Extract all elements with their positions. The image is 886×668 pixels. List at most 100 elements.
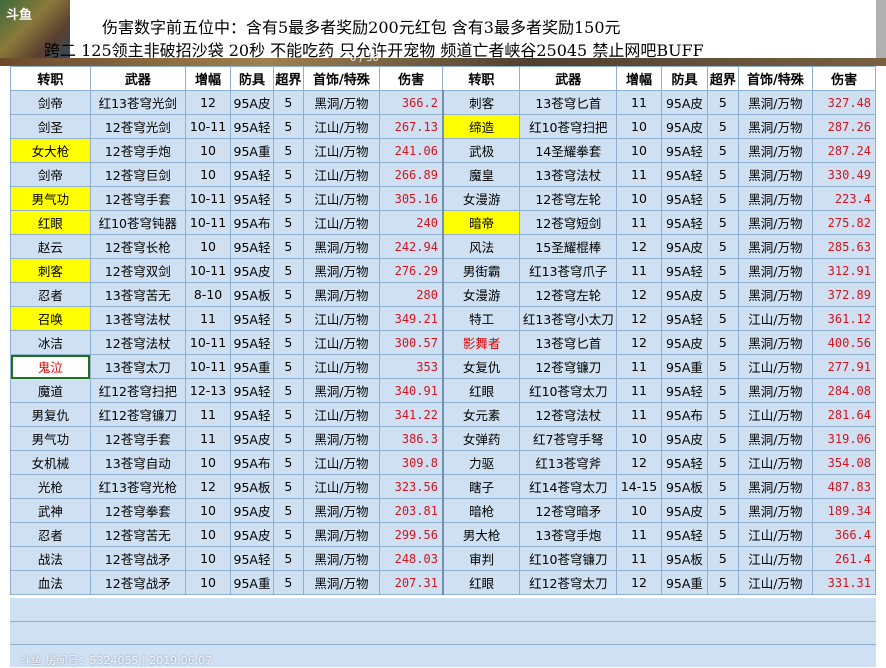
damage-cell: 223.4	[812, 186, 876, 211]
job-cell: 鬼泣	[10, 354, 91, 379]
damage-cell: 366.4	[812, 522, 876, 547]
overlimit-cell: 5	[707, 258, 739, 283]
table-row: 鬼泣 13苍穹太刀 10-11 95A重 5 江山/万物 353 女复仇 12苍穹镰刀 11 95A…	[10, 354, 876, 379]
job-cell: 男气功	[10, 426, 91, 451]
job-cell: 缔造	[442, 114, 521, 139]
weapon-cell: 13苍穹自动	[89, 450, 186, 475]
overlimit-cell: 5	[707, 210, 739, 235]
armor-cell: 95A轻	[230, 546, 274, 571]
damage-cell: 400.56	[812, 330, 876, 355]
weapon-cell: 红13苍穹光枪	[89, 474, 186, 499]
job-cell: 召唤	[10, 306, 91, 331]
overlimit-cell: 5	[707, 378, 739, 403]
job-cell: 武极	[442, 138, 521, 163]
weapon-cell: 13苍穹太刀	[89, 354, 186, 379]
overlimit-cell: 5	[707, 306, 739, 331]
job-cell: 暗枪	[442, 498, 521, 523]
accessory-cell: 江山/万物	[303, 138, 380, 163]
accessory-cell: 黑洞/万物	[303, 570, 380, 595]
job-cell: 女大枪	[10, 138, 91, 163]
armor-cell: 95A皮	[230, 498, 274, 523]
weapon-cell: 红13苍穹爪子	[519, 258, 618, 283]
amp-cell: 10-11	[184, 258, 232, 283]
damage-cell: 241.06	[378, 138, 444, 163]
amp-cell: 12-13	[184, 378, 232, 403]
column-header: 武器	[519, 66, 618, 91]
douyu-logo: 斗鱼	[6, 8, 33, 23]
armor-cell: 95A皮	[660, 498, 709, 523]
weapon-cell: 12苍穹战矛	[89, 546, 186, 571]
weapon-cell: 红12苍穹太刀	[519, 570, 618, 595]
job-cell: 男大枪	[442, 522, 521, 547]
accessory-cell: 江山/万物	[303, 474, 380, 499]
amp-cell: 8-10	[184, 282, 232, 307]
amp-cell: 10	[616, 138, 662, 163]
amp-cell: 12	[616, 450, 662, 475]
armor-cell: 95A轻	[660, 162, 709, 187]
overlimit-cell: 5	[707, 522, 739, 547]
armor-cell: 95A轻	[660, 186, 709, 211]
damage-cell: 340.91	[378, 378, 444, 403]
overlimit-cell: 5	[272, 474, 305, 499]
overlimit-cell: 5	[272, 114, 305, 139]
armor-cell: 95A皮	[660, 234, 709, 259]
overlimit-cell: 5	[707, 138, 739, 163]
amp-cell: 12	[616, 282, 662, 307]
damage-cell: 331.31	[812, 570, 876, 595]
overlimit-cell: 5	[272, 162, 305, 187]
accessory-cell: 黑洞/万物	[737, 378, 814, 403]
accessory-cell: 江山/万物	[303, 402, 380, 427]
armor-cell: 95A轻	[660, 522, 709, 547]
damage-cell: 353	[378, 354, 444, 379]
weapon-cell: 红12苍穹镰刀	[89, 402, 186, 427]
accessory-cell: 黑洞/万物	[303, 546, 380, 571]
job-cell: 剑圣	[10, 114, 91, 139]
amp-cell: 11	[184, 306, 232, 331]
amp-cell: 10	[184, 522, 232, 547]
damage-cell: 330.49	[812, 162, 876, 187]
amp-cell: 10	[616, 498, 662, 523]
accessory-cell: 黑洞/万物	[303, 498, 380, 523]
amp-cell: 10	[616, 114, 662, 139]
accessory-cell: 黑洞/万物	[303, 282, 380, 307]
overlimit-cell: 5	[707, 546, 739, 571]
overlimit-cell: 5	[272, 282, 305, 307]
job-cell: 特工	[442, 306, 521, 331]
amp-cell: 12	[616, 234, 662, 259]
stream-watermark: 斗鱼 房间号：5324055 | 2019.06.07	[20, 654, 213, 667]
accessory-cell: 江山/万物	[303, 354, 380, 379]
damage-cell: 285.63	[812, 234, 876, 259]
amp-cell: 11	[616, 210, 662, 235]
amp-cell: 11	[616, 354, 662, 379]
overlimit-cell: 5	[272, 306, 305, 331]
column-header: 首饰/特殊	[737, 66, 814, 91]
column-header: 防具	[230, 66, 274, 91]
accessory-cell: 黑洞/万物	[737, 282, 814, 307]
weapon-cell: 12苍穹双剑	[89, 258, 186, 283]
accessory-cell: 黑洞/万物	[737, 138, 814, 163]
amp-cell: 10-11	[184, 330, 232, 355]
armor-cell: 95A重	[660, 354, 709, 379]
armor-cell: 95A轻	[230, 378, 274, 403]
overlimit-cell: 5	[707, 426, 739, 451]
table-row: 剑帝 12苍穹巨剑 10 95A轻 5 江山/万物 266.89 魔皇 13苍穹法杖 11 95A轻…	[10, 162, 876, 187]
reward-rule-text: 伤害数字前五位中：含有5最多者奖励200元红包 含有3最多者奖励150元	[102, 18, 621, 37]
accessory-cell: 黑洞/万物	[737, 114, 814, 139]
overlimit-cell: 5	[707, 114, 739, 139]
job-cell: 红眼	[442, 378, 521, 403]
accessory-cell: 黑洞/万物	[737, 258, 814, 283]
accessory-cell: 黑洞/万物	[737, 330, 814, 355]
armor-cell: 95A皮	[230, 90, 274, 115]
column-header: 超界	[707, 66, 739, 91]
table-row: 血法 12苍穹战矛 10 95A重 5 黑洞/万物 207.31 红眼 红12苍穹太刀 12 95A…	[10, 570, 876, 595]
overlimit-cell: 5	[272, 90, 305, 115]
weapon-cell: 12苍穹长枪	[89, 234, 186, 259]
armor-cell: 95A重	[230, 570, 274, 595]
table-row: 赵云 12苍穹长枪 10 95A轻 5 黑洞/万物 242.94 风法 15圣耀棍棒 12 95A皮…	[10, 234, 876, 259]
amp-cell: 11	[616, 378, 662, 403]
accessory-cell: 黑洞/万物	[737, 186, 814, 211]
amp-cell: 14-15	[616, 474, 662, 499]
job-cell: 魔道	[10, 378, 91, 403]
table-row: 男气功 12苍穹手套 11 95A皮 5 黑洞/万物 386.3 女弹药 红7苍穹手弩 10 95A…	[10, 426, 876, 451]
accessory-cell: 江山/万物	[737, 450, 814, 475]
